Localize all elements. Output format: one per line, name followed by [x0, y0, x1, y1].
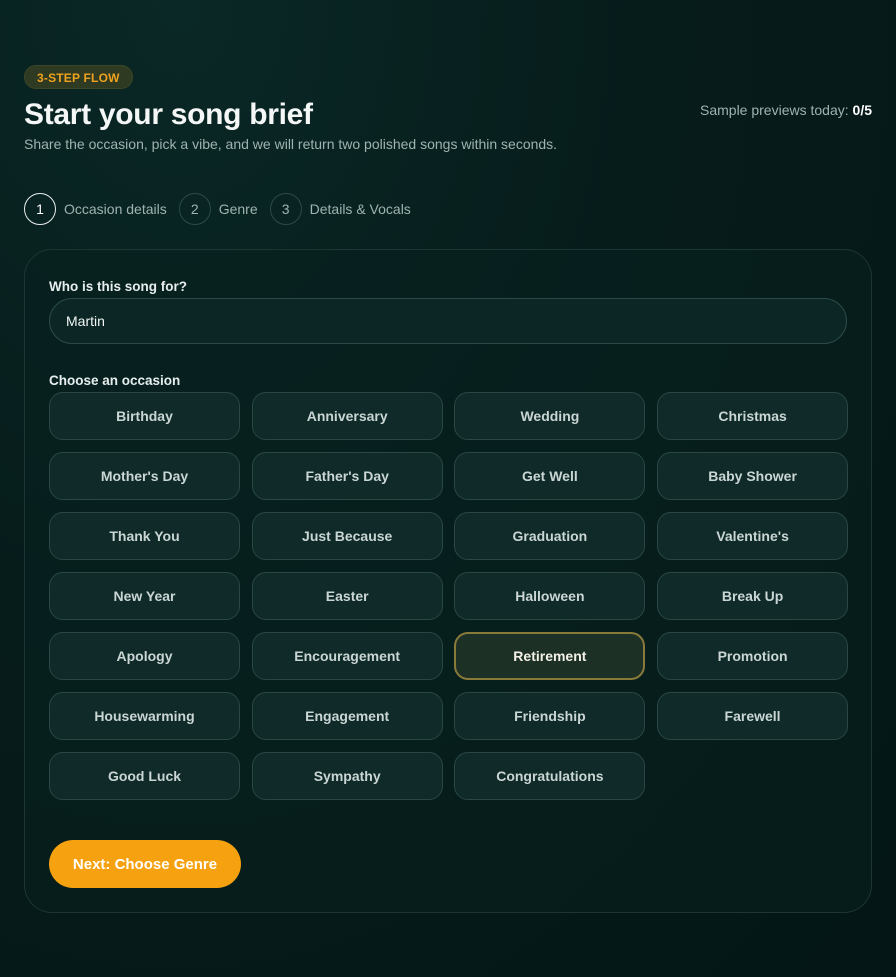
page-title: Start your song brief — [24, 98, 313, 131]
occasion-option[interactable]: Friendship — [454, 692, 646, 740]
recipient-name-input[interactable] — [49, 298, 847, 344]
occasion-option[interactable]: Retirement — [454, 632, 646, 680]
sample-previews-counter: Sample previews today: 0/5 — [700, 102, 872, 118]
step-label: Genre — [218, 201, 258, 217]
occasion-option[interactable]: Valentine's — [657, 512, 849, 560]
occasion-option[interactable]: Good Luck — [49, 752, 240, 800]
occasion-option[interactable]: Housewarming — [49, 692, 240, 740]
occasion-option[interactable]: New Year — [49, 572, 240, 620]
occasion-option[interactable]: Mother's Day — [49, 452, 240, 500]
flow-badge: 3-STEP FLOW — [24, 65, 133, 89]
occasion-option[interactable]: Wedding — [454, 392, 646, 440]
brief-form-card: Who is this song for? Choose an occasion… — [24, 249, 872, 913]
step-genre[interactable]: 2 Genre — [178, 193, 258, 225]
occasion-option[interactable]: Graduation — [454, 512, 646, 560]
next-choose-genre-button[interactable]: Next: Choose Genre — [49, 840, 241, 888]
occasion-option[interactable]: Congratulations — [454, 752, 646, 800]
occasion-option[interactable]: Birthday — [49, 392, 240, 440]
occasion-option[interactable]: Promotion — [657, 632, 849, 680]
occasion-option[interactable]: Halloween — [454, 572, 646, 620]
step-details-vocals[interactable]: 3 Details & Vocals — [269, 193, 411, 225]
occasion-option[interactable]: Engagement — [251, 692, 443, 740]
page-subtitle: Share the occasion, pick a vibe, and we … — [24, 136, 558, 152]
occasion-option[interactable]: Christmas — [657, 392, 849, 440]
occasion-option[interactable]: Father's Day — [251, 452, 443, 500]
previews-label: Sample previews today: — [700, 102, 849, 118]
occasion-option[interactable]: Break Up — [657, 572, 849, 620]
step-occasion-details[interactable]: 1 Occasion details — [24, 193, 167, 225]
occasion-option[interactable]: Get Well — [454, 452, 646, 500]
occasion-label: Choose an occasion — [49, 373, 181, 388]
recipient-label: Who is this song for? — [49, 279, 187, 294]
occasion-option[interactable]: Anniversary — [251, 392, 443, 440]
step-label: Occasion details — [64, 201, 167, 217]
occasion-option[interactable]: Sympathy — [251, 752, 443, 800]
step-number: 3 — [269, 193, 302, 225]
step-indicator: 1 Occasion details 2 Genre 3 Details & V… — [24, 193, 423, 225]
occasion-option[interactable]: Baby Shower — [657, 452, 849, 500]
previews-count: 0/5 — [852, 102, 872, 118]
occasion-option[interactable]: Farewell — [657, 692, 849, 740]
occasion-option[interactable]: Easter — [251, 572, 443, 620]
occasion-option[interactable]: Just Because — [251, 512, 443, 560]
step-number: 1 — [24, 193, 56, 225]
occasion-option[interactable]: Encouragement — [251, 632, 443, 680]
occasion-option[interactable]: Thank You — [49, 512, 240, 560]
step-label: Details & Vocals — [309, 201, 411, 217]
step-number: 2 — [178, 193, 211, 225]
occasion-grid: Birthday Anniversary Wedding Christmas Mothe… — [49, 392, 849, 800]
occasion-option[interactable]: Apology — [49, 632, 240, 680]
